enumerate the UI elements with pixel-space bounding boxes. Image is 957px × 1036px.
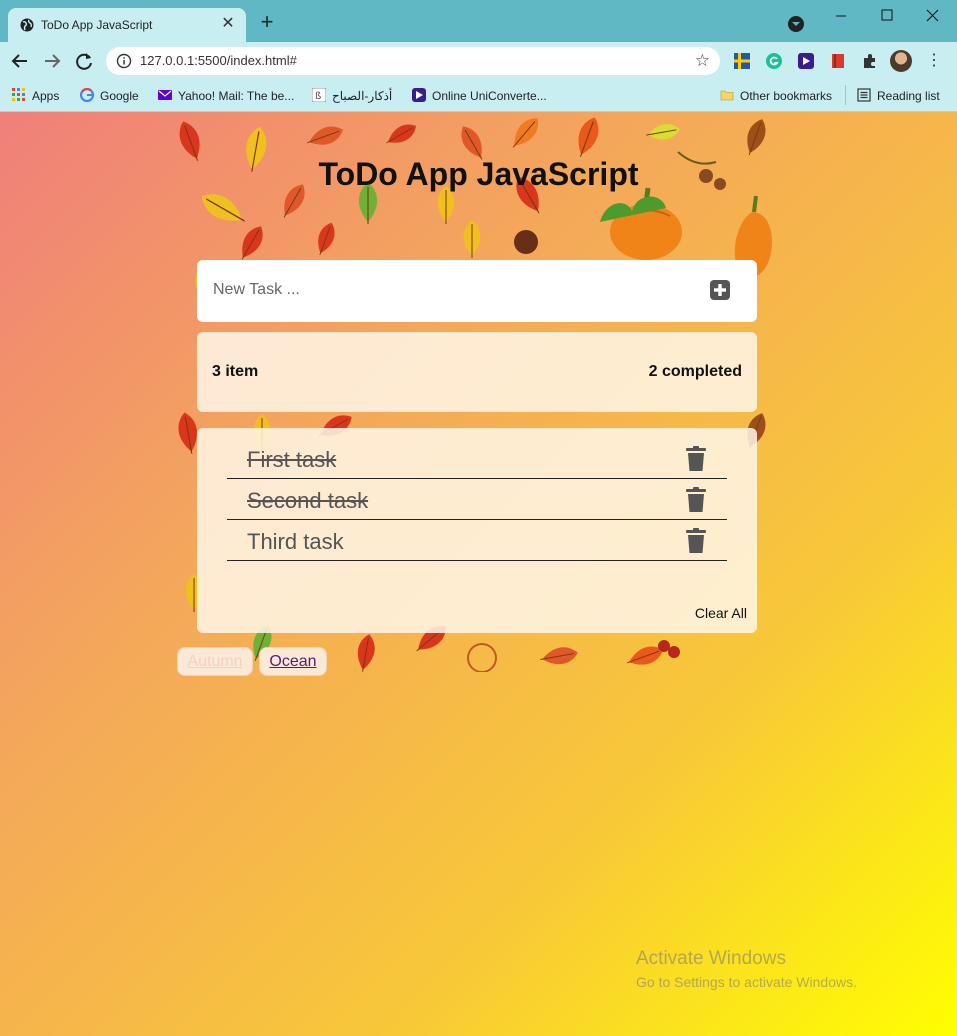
window-close-icon[interactable] [918, 4, 948, 28]
other-bookmarks[interactable]: Other bookmarks [720, 86, 832, 106]
book-extension-icon[interactable] [830, 53, 846, 69]
azkar-icon: ß [312, 88, 326, 102]
stats-card: 3 item 2 completed [197, 332, 757, 412]
tab-title: ToDo App JavaScript [41, 18, 153, 32]
bookmark-label: Google [100, 89, 139, 103]
globe-icon [20, 18, 34, 32]
sweden-flag-icon[interactable] [734, 53, 750, 69]
forward-arrow-icon[interactable] [41, 50, 63, 72]
todo-text[interactable]: Third task [247, 529, 344, 555]
trash-icon[interactable] [685, 528, 707, 554]
todo-list: First task Second task Third task Clear … [197, 428, 757, 633]
bookmarks-bar: Apps Google Yahoo! Mail: The be... ß أذكا… [0, 80, 957, 112]
browser-menu-icon[interactable]: ⋮ [926, 51, 942, 71]
browser-tab[interactable]: ToDo App JavaScript ✕ [8, 8, 246, 42]
bookmarks-divider [845, 85, 846, 105]
page-title: ToDo App JavaScript [318, 156, 639, 192]
close-tab-icon[interactable]: ✕ [218, 14, 238, 34]
bookmark-label: Online UniConverte... [432, 89, 547, 103]
page-viewport: ToDo App JavaScript 3 item 2 completed F… [0, 112, 957, 1036]
uniconverter-extension-icon[interactable] [798, 53, 814, 69]
bookmark-google[interactable]: Google [80, 86, 139, 106]
new-tab-button[interactable]: + [256, 11, 278, 34]
bookmark-yahoo-mail[interactable]: Yahoo! Mail: The be... [158, 86, 294, 106]
todo-item[interactable]: Third task [227, 523, 727, 561]
yahoo-mail-icon [158, 90, 172, 100]
svg-text:ß: ß [315, 91, 321, 102]
theme-autumn-button[interactable]: Autumn [177, 647, 253, 676]
back-arrow-icon[interactable] [9, 50, 31, 72]
completed-count: 2 completed [648, 363, 742, 380]
new-task-card [197, 260, 757, 322]
maximize-icon[interactable] [872, 4, 902, 28]
new-task-input[interactable] [213, 278, 683, 302]
bookmark-label: Yahoo! Mail: The be... [178, 89, 295, 103]
bookmark-azkar[interactable]: ß أذكار-الصباح [312, 86, 392, 106]
profile-avatar[interactable] [890, 50, 912, 72]
reading-list[interactable]: Reading list [857, 86, 940, 106]
todo-item[interactable]: First task [227, 441, 727, 479]
apps-grid-icon [12, 88, 25, 101]
tab-search-icon[interactable] [788, 16, 804, 32]
theme-ocean-button[interactable]: Ocean [259, 647, 327, 676]
browser-toolbar: 127.0.0.1:5500/index.html# ☆ ⋮ [0, 42, 957, 80]
bookmark-label: أذكار-الصباح [332, 89, 393, 103]
extensions-puzzle-icon[interactable] [862, 53, 878, 69]
todo-text[interactable]: Second task [247, 488, 368, 514]
items-count: 3 item [212, 363, 259, 380]
tab-strip: ToDo App JavaScript ✕ + [0, 0, 957, 42]
address-bar[interactable]: 127.0.0.1:5500/index.html# ☆ [106, 47, 720, 75]
clear-all-button[interactable]: Clear All [695, 605, 747, 621]
reload-icon[interactable] [73, 50, 95, 72]
minimize-icon[interactable] [826, 4, 856, 28]
trash-icon[interactable] [685, 446, 707, 472]
bookmark-label: Other bookmarks [740, 89, 833, 103]
info-icon[interactable] [116, 53, 132, 69]
uniconverter-icon [412, 88, 426, 102]
reading-list-icon [857, 88, 871, 102]
folder-icon [720, 90, 734, 101]
bookmark-label: Reading list [877, 89, 940, 103]
trash-icon[interactable] [685, 487, 707, 513]
add-task-button[interactable] [709, 279, 731, 301]
url-text: 127.0.0.1:5500/index.html# [140, 53, 297, 68]
todo-item[interactable]: Second task [227, 482, 727, 520]
bookmark-star-icon[interactable]: ☆ [695, 51, 710, 71]
windows-activation-subtitle: Go to Settings to activate Windows. [636, 974, 857, 990]
bookmark-uniconverter[interactable]: Online UniConverte... [412, 86, 547, 106]
grammarly-icon[interactable] [766, 53, 782, 69]
google-icon [80, 88, 94, 102]
bookmark-label: Apps [32, 89, 60, 103]
windows-activation-title: Activate Windows [636, 948, 786, 969]
bookmark-apps[interactable]: Apps [12, 86, 59, 106]
todo-text[interactable]: First task [247, 447, 336, 473]
